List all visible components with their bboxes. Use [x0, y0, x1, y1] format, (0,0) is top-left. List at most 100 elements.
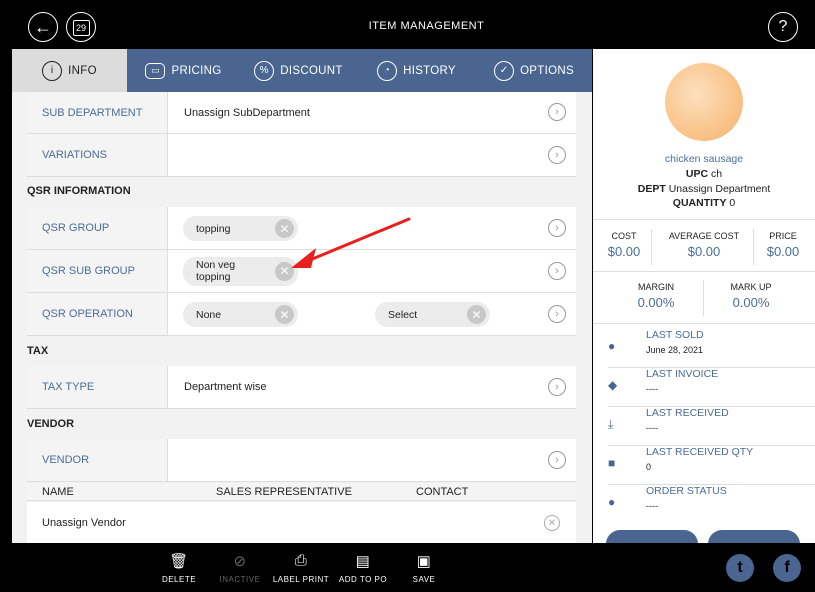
button-label: ADD TO PO — [338, 575, 388, 584]
bottom-toolbar: 🗑 DELETE ⊘ INACTIVE ⎙ LABEL PRINT ▤ ADD … — [0, 543, 815, 592]
tab-info[interactable]: i INFO — [12, 49, 127, 92]
label-print-button[interactable]: ⎙ LABEL PRINT — [271, 552, 331, 584]
tab-label: DISCOUNT — [280, 64, 343, 77]
button-label: DELETE — [161, 575, 197, 584]
chip-label: None — [196, 308, 222, 321]
pricing-icon: ▭ — [145, 62, 166, 79]
qsr-group-chip[interactable]: topping ✕ — [183, 216, 298, 241]
box-icon: ■ — [608, 456, 616, 470]
twitter-icon[interactable]: t — [726, 554, 754, 582]
tray-download-icon: ⤓ — [608, 417, 614, 431]
field-label: VENDOR — [27, 439, 168, 481]
last-received-entry: ⤓ LAST RECEIVED ---- — [608, 407, 815, 446]
facebook-icon[interactable]: f — [773, 554, 801, 582]
add-to-po-button[interactable]: ▤ ADD TO PO — [333, 552, 393, 584]
field-label: QSR OPERATION — [27, 293, 168, 335]
upc-line: UPC ch — [593, 168, 815, 180]
dept-value: Unassign Department — [668, 183, 771, 195]
inactive-button[interactable]: ⊘ INACTIVE — [210, 552, 270, 584]
qsr-sub-group-row[interactable]: QSR SUB GROUP Non veg topping ✕ › — [27, 250, 576, 293]
qsr-group-row[interactable]: QSR GROUP topping ✕ › — [27, 207, 576, 250]
tab-discount[interactable]: % DISCOUNT — [240, 49, 357, 92]
variations-row[interactable]: VARIATIONS › — [27, 134, 576, 177]
bag-icon: ● — [608, 339, 616, 353]
chevron-right-icon[interactable]: › — [548, 451, 566, 469]
dept-label: DEPT — [637, 183, 666, 195]
select-label: Select — [388, 308, 418, 321]
order-status-entry: ● ORDER STATUS ---- — [608, 485, 815, 524]
remove-chip-icon[interactable]: ✕ — [467, 305, 486, 324]
column-header-contact: CONTACT — [416, 486, 469, 498]
column-header-sales-rep: SALES REPRESENTATIVE — [216, 486, 352, 498]
checkmark-icon: ✓ — [494, 60, 515, 81]
quantity-label: QUANTITY — [672, 197, 727, 209]
average-cost-stat: AVERAGE COST $0.00 — [659, 231, 749, 259]
qsr-operation-select[interactable]: Select ✕ — [375, 302, 490, 327]
vendor-row[interactable]: VENDOR › — [27, 439, 576, 482]
tab-history[interactable]: ◔ HISTORY — [357, 49, 476, 92]
last-sold-entry: ● LAST SOLD June 28, 2021 — [608, 329, 815, 368]
po-icon: ▤ — [355, 553, 371, 570]
quantity-value: 0 — [729, 197, 736, 209]
qsr-operation-chip[interactable]: None ✕ — [183, 302, 298, 327]
sub-department-row[interactable]: SUB DEPARTMENT Unassign SubDepartment › — [27, 92, 576, 134]
tax-type-value: Department wise — [184, 381, 267, 393]
stat-value: 0.00% — [637, 295, 675, 310]
margin-stat: MARGIN 0.00% — [611, 282, 701, 310]
remove-chip-icon[interactable]: ✕ — [275, 305, 294, 324]
qsr-sub-group-chip[interactable]: Non veg topping ✕ — [183, 257, 298, 286]
tab-pricing[interactable]: ▭ PRICING — [127, 49, 240, 92]
field-label: QSR GROUP — [27, 207, 168, 249]
remove-chip-icon[interactable]: ✕ — [275, 219, 294, 238]
field-label: QSR SUB GROUP — [27, 250, 168, 292]
inactive-icon: ⊘ — [233, 553, 247, 570]
remove-chip-icon[interactable]: ✕ — [275, 262, 294, 281]
markup-stat: MARK UP 0.00% — [707, 282, 795, 310]
divider — [703, 280, 704, 316]
table-row[interactable]: Unassign Vendor ✕ — [27, 502, 576, 543]
tax-type-row[interactable]: TAX TYPE Department wise › — [27, 366, 576, 409]
entry-title: LAST RECEIVED QTY — [646, 446, 754, 458]
last-received-qty-entry: ■ LAST RECEIVED QTY 0 — [608, 446, 815, 485]
chevron-right-icon[interactable]: › — [548, 305, 566, 323]
field-label: SUB DEPARTMENT — [27, 92, 168, 133]
tab-label: PRICING — [171, 64, 222, 77]
quantity-line: QUANTITY 0 — [593, 197, 815, 209]
chevron-right-icon[interactable]: › — [548, 378, 566, 396]
chevron-right-icon[interactable]: › — [548, 146, 566, 164]
remove-vendor-icon[interactable]: ✕ — [544, 515, 560, 531]
chip-label-line2: topping — [196, 270, 231, 283]
delete-button[interactable]: 🗑 DELETE — [149, 552, 209, 584]
printer-icon: ⎙ — [294, 552, 308, 569]
chevron-right-icon[interactable]: › — [548, 103, 566, 121]
stat-value: $0.00 — [687, 244, 721, 259]
chip-label: topping — [196, 222, 231, 235]
stat-label: AVERAGE COST — [668, 231, 740, 241]
entry-title: ORDER STATUS — [646, 485, 727, 497]
help-icon[interactable]: ? — [768, 12, 798, 42]
info-icon: i — [42, 60, 63, 81]
save-icon: ▣ — [416, 553, 432, 570]
chevron-right-icon[interactable]: › — [548, 219, 566, 237]
tab-options[interactable]: ✓ OPTIONS — [476, 49, 592, 92]
save-button[interactable]: ▣ SAVE — [394, 552, 454, 584]
item-image — [665, 63, 743, 141]
chevron-right-icon[interactable]: › — [548, 262, 566, 280]
entry-title: LAST RECEIVED — [646, 407, 729, 419]
entry-value: 0 — [646, 462, 652, 472]
stat-value: $0.00 — [766, 244, 800, 259]
stack-icon: ◆ — [608, 378, 618, 392]
stat-label: MARK UP — [730, 282, 772, 292]
chip-label-line1: Non veg — [196, 258, 236, 271]
stat-value: 0.00% — [732, 295, 770, 310]
entry-title: LAST INVOICE — [646, 368, 719, 380]
tab-label: HISTORY — [403, 64, 456, 77]
qsr-operation-row[interactable]: QSR OPERATION None ✕ Select ✕ › — [27, 293, 576, 336]
stat-label: COST — [611, 231, 637, 241]
percent-icon: % — [254, 60, 275, 81]
stat-label: PRICE — [769, 231, 797, 241]
column-header-name: NAME — [42, 486, 74, 498]
upc-label: UPC — [685, 168, 709, 180]
button-label: SAVE — [412, 575, 436, 584]
section-title-vendor: VENDOR — [27, 418, 75, 430]
